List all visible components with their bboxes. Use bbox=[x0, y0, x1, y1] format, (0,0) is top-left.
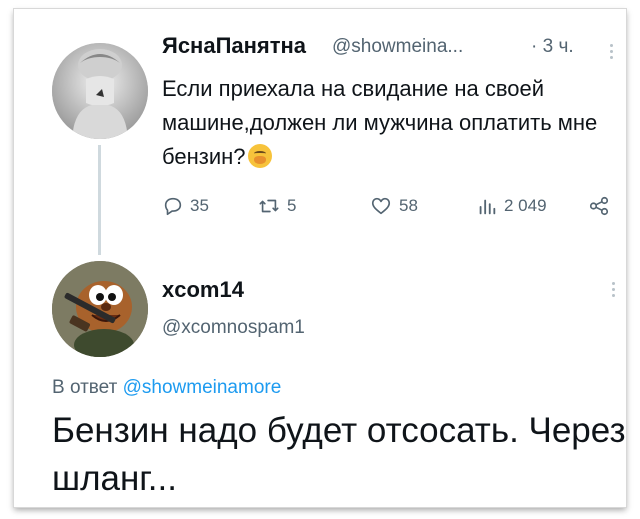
tweet-body: Если приехала на свидание на своей машин… bbox=[162, 76, 598, 169]
retweet-count: 5 bbox=[287, 196, 297, 215]
author-handle[interactable]: @xcomnospam1 bbox=[162, 317, 305, 339]
reply-button[interactable]: 35 bbox=[162, 195, 209, 217]
cartoon-bun-with-rifle-icon bbox=[52, 261, 148, 357]
face-with-hand-over-mouth-emoji-icon bbox=[247, 144, 272, 168]
like-button[interactable]: 58 bbox=[369, 195, 418, 217]
avatar-photo-icon bbox=[52, 43, 148, 139]
reply-count: 35 bbox=[190, 196, 209, 215]
tweet-text: Если приехала на свидание на своей машин… bbox=[162, 72, 632, 174]
avatar-xcom14[interactable] bbox=[52, 261, 148, 357]
reply-prefix: В ответ bbox=[52, 377, 118, 398]
retweet-button[interactable]: 5 bbox=[257, 195, 296, 217]
author-name[interactable]: ЯснаПанятна bbox=[162, 33, 306, 59]
author-name[interactable]: xcom14 bbox=[162, 277, 244, 303]
views-icon bbox=[479, 199, 496, 215]
share-icon bbox=[589, 196, 609, 216]
views-count: 2 049 bbox=[504, 196, 547, 215]
avatar-yasnapanyatna[interactable] bbox=[52, 43, 148, 139]
retweet-icon bbox=[259, 199, 279, 213]
tweet-thread-card: ЯснаПанятна @showmeina... · 3 ч. Если пр… bbox=[14, 9, 626, 507]
more-options-icon[interactable] bbox=[606, 41, 616, 63]
views-button[interactable]: 2 049 bbox=[476, 195, 547, 217]
author-handle[interactable]: @showmeina... bbox=[332, 36, 463, 58]
share-button[interactable] bbox=[588, 195, 616, 217]
more-options-icon[interactable] bbox=[608, 279, 618, 301]
reply-context: В ответ @showmeinamore bbox=[52, 377, 281, 399]
timestamp[interactable]: · 3 ч. bbox=[531, 36, 574, 58]
tweet-body: Бензин надо будет отсосать. Через шланг.… bbox=[52, 411, 626, 498]
reply-icon bbox=[164, 197, 182, 216]
like-count: 58 bbox=[399, 196, 418, 215]
thread-connector-line bbox=[98, 145, 101, 255]
reply-mention-link[interactable]: @showmeinamore bbox=[123, 377, 282, 398]
like-icon bbox=[371, 197, 391, 215]
